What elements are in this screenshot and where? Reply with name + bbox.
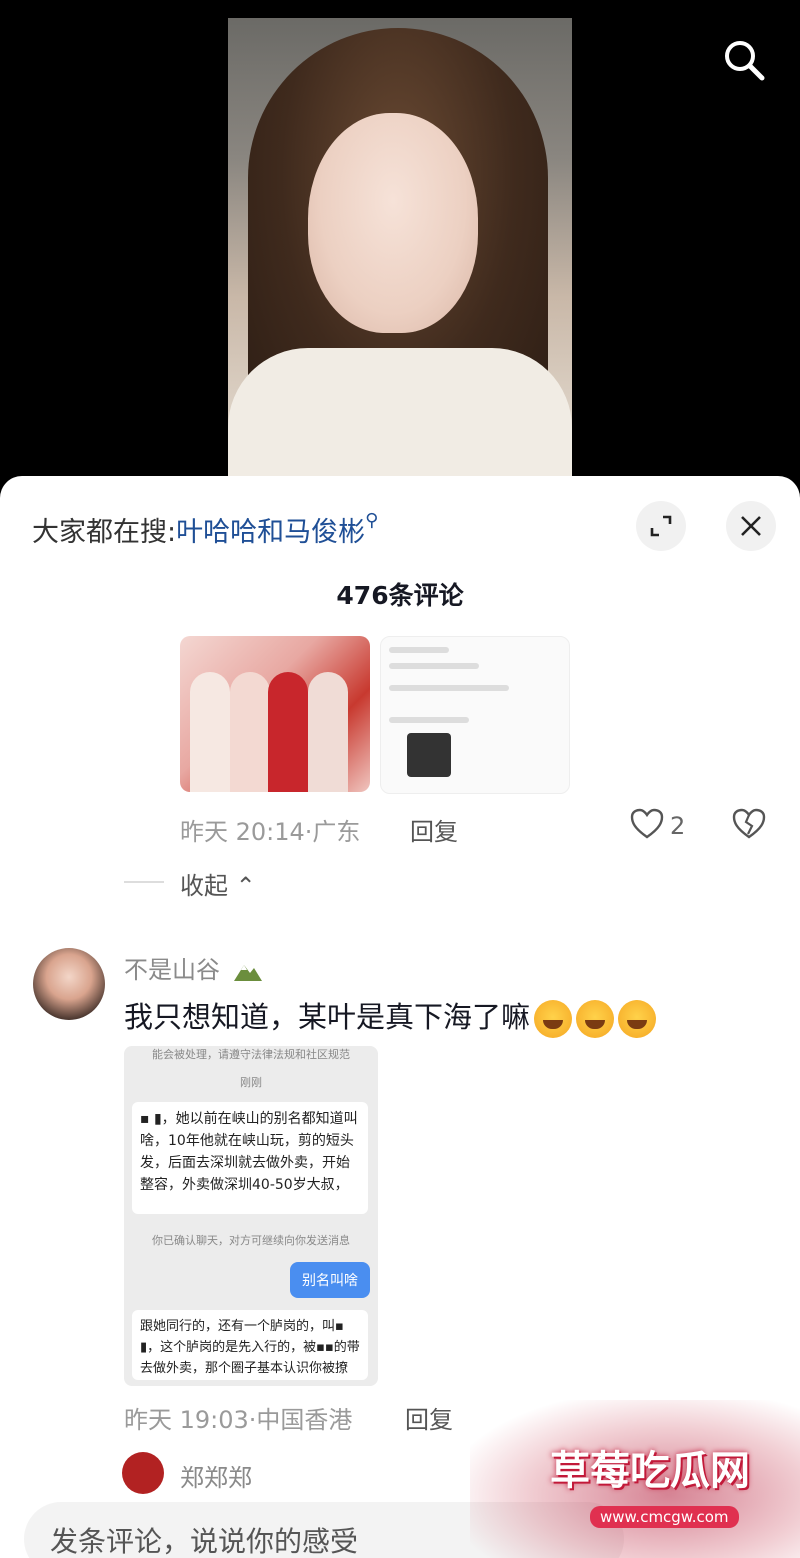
placeholder-line	[389, 685, 509, 691]
placeholder-line	[389, 717, 469, 723]
heart-icon[interactable]	[630, 808, 664, 844]
chat-system-notice: 能会被处理，请遵守法律法规和社区规范	[152, 1048, 350, 1061]
comment-timestamp: 昨天 19:03·中国香港	[124, 1400, 352, 1435]
figure-shape	[190, 672, 230, 792]
chat-confirm-notice: 你已确认聊天，对方可继续向你发送消息	[152, 1234, 350, 1247]
comment-count: 476条评论	[336, 581, 464, 610]
divider	[124, 881, 164, 883]
close-icon	[741, 516, 761, 536]
like-count: 2	[670, 812, 686, 840]
mountain-icon	[233, 965, 262, 981]
close-button[interactable]	[726, 501, 776, 551]
expand-icon	[650, 515, 672, 537]
small-search-icon: ⚲	[365, 510, 379, 531]
watermark-title: 草莓吃瓜网	[550, 1448, 750, 1494]
placeholder-line	[389, 663, 479, 669]
comment-image-wedding[interactable]	[180, 636, 370, 792]
expand-button[interactable]	[636, 501, 686, 551]
laugh-cry-emoji-icon	[576, 1000, 615, 1038]
chevron-up-icon: ⌃	[235, 872, 256, 900]
laugh-cry-emoji-icon	[618, 1000, 657, 1038]
reply-button[interactable]: 回复	[405, 1400, 453, 1435]
watermark-logo: 草莓吃瓜网 www.cmcgw.com	[470, 1400, 800, 1558]
comment-image-chat[interactable]: 能会被处理，请遵守法律法规和社区规范 刚刚 ▪ ▮，她以前在峡山的别名都知道叫啥…	[124, 1046, 378, 1386]
trending-keyword[interactable]: 叶哈哈和马俊彬	[176, 517, 365, 548]
figure-shape	[230, 672, 270, 792]
placeholder-line	[389, 647, 449, 653]
trending-prefix: 大家都在搜:	[32, 517, 177, 548]
reply-time: 昨天 20:14·	[180, 818, 313, 846]
chat-sent-message: 别名叫啥	[290, 1262, 370, 1298]
collapse-label: 收起	[180, 872, 228, 900]
shirt-shape	[228, 348, 572, 485]
comment-username[interactable]: 郑郑郑	[180, 1458, 252, 1493]
comments-sheet: 大家都在搜:叶哈哈和马俊彬⚲ 476条评论 昨天 20:14·广东 回复 2 收…	[0, 476, 800, 1558]
comment-image-screenshot[interactable]	[380, 636, 570, 794]
avatar[interactable]	[122, 1452, 164, 1494]
search-icon[interactable]	[722, 38, 766, 82]
chat-message: ▪ ▮，她以前在峡山的别名都知道叫啥，10年他就在峡山玩，剪的短头发，后面去深圳…	[132, 1102, 368, 1214]
laugh-cry-emoji-icon	[534, 1000, 573, 1038]
trending-search[interactable]: 大家都在搜:叶哈哈和马俊彬⚲	[32, 510, 378, 549]
comment-time: 昨天 19:03·	[124, 1406, 257, 1434]
comment-username[interactable]: 不是山谷	[124, 950, 264, 985]
video-area[interactable]	[0, 0, 800, 485]
chat-message: 跟她同行的，还有一个胪岗的，叫▪ ▮，这个胪岗的是先入行的，被▪▪的带去做外卖，…	[132, 1310, 368, 1380]
dislike-icon[interactable]	[732, 808, 766, 844]
avatar[interactable]	[33, 948, 105, 1020]
video-frame-portrait	[228, 18, 572, 485]
reply-button[interactable]: 回复	[410, 812, 458, 847]
figure-shape	[308, 672, 348, 792]
comment-input-placeholder: 发条评论，说说你的感受	[50, 1525, 359, 1558]
chat-time: 刚刚	[240, 1076, 262, 1089]
comment-text: 我只想知道，某叶是真下海了嘛	[124, 994, 657, 1038]
figure-shape	[268, 672, 308, 792]
reply-location: 广东	[312, 818, 361, 846]
reply-timestamp: 昨天 20:14·广东	[180, 812, 360, 847]
thumbnail-photo	[407, 733, 451, 777]
comment-location: 中国香港	[256, 1406, 353, 1434]
comment-body: 我只想知道，某叶是真下海了嘛	[124, 1000, 531, 1034]
username-text: 不是山谷	[124, 956, 220, 984]
face-shape	[308, 113, 478, 333]
watermark-url: www.cmcgw.com	[590, 1506, 739, 1528]
collapse-button[interactable]: 收起 ⌃	[180, 866, 256, 901]
